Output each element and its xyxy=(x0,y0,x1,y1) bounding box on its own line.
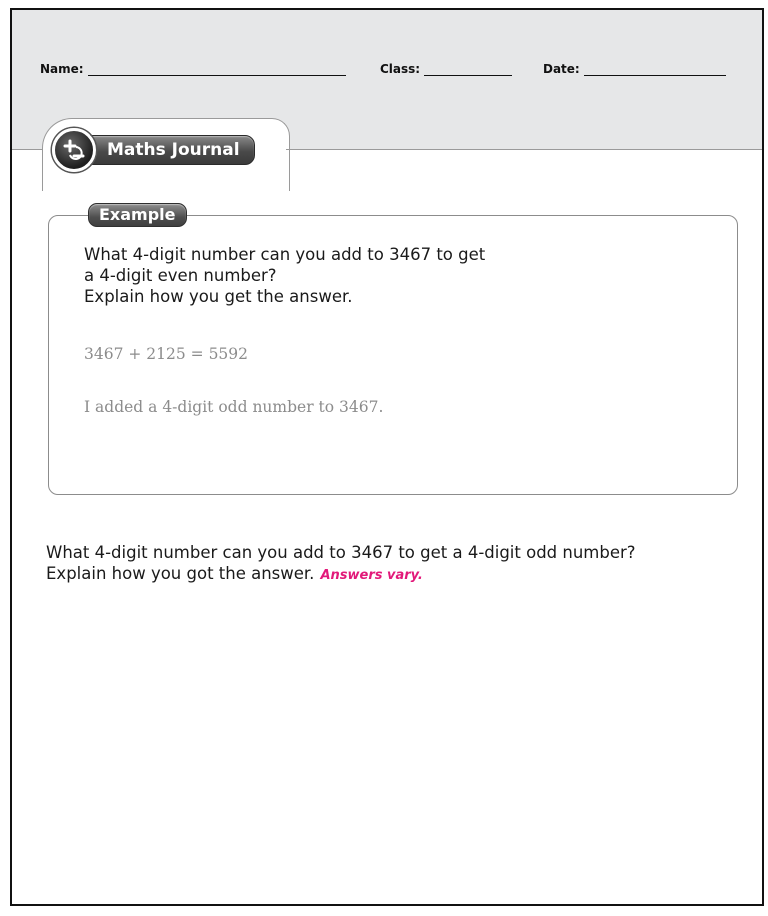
main-question-line-text: Explain how you got the answer. xyxy=(46,564,315,583)
section-title: Maths Journal xyxy=(84,135,255,165)
date-label: Date: xyxy=(543,62,580,76)
date-field[interactable]: Date: xyxy=(543,62,726,76)
section-rule-left xyxy=(12,149,43,150)
example-question-line: What 4-digit number can you add to 3467 … xyxy=(84,245,486,264)
name-field[interactable]: Name: xyxy=(40,62,346,76)
name-line xyxy=(87,63,346,76)
example-question-line: a 4-digit even number? xyxy=(84,266,277,285)
plus-minus-glyph-icon xyxy=(63,139,85,160)
main-question-line: What 4-digit number can you add to 3467 … xyxy=(46,543,636,562)
answer-note: Answers vary. xyxy=(320,568,423,583)
class-field[interactable]: Class: xyxy=(380,62,513,76)
class-label: Class: xyxy=(380,62,421,76)
example-badge: Example xyxy=(88,203,187,227)
student-info-fields: Name: Class: Date: xyxy=(40,62,742,82)
class-line xyxy=(424,63,513,76)
example-question-line: Explain how you get the answer. xyxy=(84,287,353,306)
example-answer-explanation: I added a 4-digit odd number to 3467. xyxy=(84,398,384,416)
main-question-line-2: Explain how you got the answer. Answers v… xyxy=(46,563,758,586)
example-question: What 4-digit number can you add to 3467 … xyxy=(84,244,624,307)
worksheet-page: Name: Class: Date: Maths Journal Example… xyxy=(10,8,764,906)
date-line xyxy=(583,63,726,76)
main-question: What 4-digit number can you add to 3467 … xyxy=(46,542,758,586)
example-answer-equation: 3467 + 2125 = 5592 xyxy=(84,345,249,363)
name-label: Name: xyxy=(40,62,84,76)
section-title-pill: Maths Journal xyxy=(52,128,255,172)
section-rule-right xyxy=(286,149,762,150)
plus-minus-circle-icon xyxy=(52,128,96,172)
